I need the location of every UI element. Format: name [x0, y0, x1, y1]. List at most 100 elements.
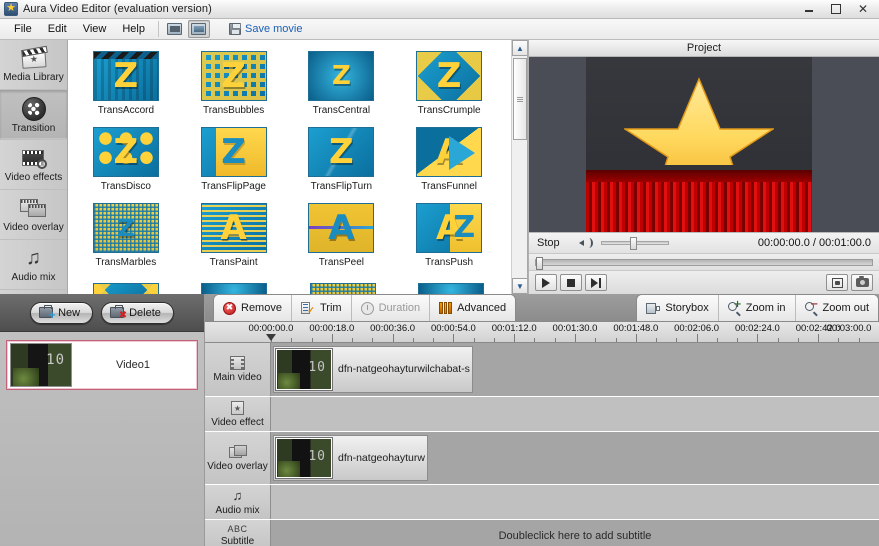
trim-button[interactable]: ✓ Trim [291, 295, 352, 321]
clip-thumbnail-overlay: 10 [275, 437, 333, 480]
transition-thumbnail: Z [92, 203, 159, 253]
film-icon [230, 355, 245, 370]
track-subtitle: ABC Subtitle Doubleclick here to add sub… [205, 520, 879, 546]
transition-item-transmarbles[interactable]: Z TransMarbles [72, 198, 180, 274]
ruler-tick [575, 334, 576, 342]
transition-item-partial[interactable] [180, 278, 288, 294]
sidebar-item-video-overlay[interactable]: Video overlay [0, 190, 67, 240]
time-display: 00:00:00.0 / 00:01:00.0 [757, 237, 871, 249]
minimize-button[interactable] [796, 1, 822, 16]
transition-item-transflipturn[interactable]: Z TransFlipTurn [288, 122, 396, 198]
scroll-up-button[interactable]: ▲ [512, 40, 527, 56]
player-state: Stop [537, 237, 560, 249]
sidebar-item-media-library[interactable]: Media Library [0, 40, 67, 90]
play-button[interactable] [535, 274, 557, 291]
menu-help[interactable]: Help [114, 20, 153, 38]
lower-area: + New ✖ Delete 10 Video1 ✖ Remove ✓ Trim… [0, 294, 879, 546]
transition-item-transcentral[interactable]: Z TransCentral [288, 46, 396, 122]
scroll-down-button[interactable]: ▼ [512, 278, 527, 294]
transition-item-transbubbles[interactable]: Z TransBubbles [180, 46, 288, 122]
transition-item-transpush[interactable]: A Z TransPush [395, 198, 503, 274]
menu-edit[interactable]: Edit [40, 20, 75, 38]
playhead-marker[interactable] [266, 334, 276, 341]
transition-browser: Z TransAccord Z TransBubbles Z TransCentral Z T… [68, 40, 528, 294]
transition-item-transfunnel[interactable]: A TransFunnel [395, 122, 503, 198]
track-body-main-video[interactable]: 10 dfn-natgeohayturwilchabat-sam… [271, 343, 879, 396]
track-header-video-effect[interactable]: Video effect [205, 396, 271, 432]
seek-slider[interactable] [535, 256, 873, 270]
storybox-button[interactable]: Storybox [637, 295, 719, 321]
duration-button[interactable]: Duration [351, 295, 431, 321]
next-frame-button[interactable] [585, 274, 607, 291]
track-header-video-overlay[interactable]: Video overlay [205, 432, 271, 485]
clip-name-overlay: dfn-natgeohayturw… [338, 452, 425, 465]
transition-disc-icon [19, 96, 49, 121]
sidebar-item-transition[interactable]: Transition [0, 90, 67, 140]
volume-slider[interactable] [601, 237, 669, 250]
transition-thumbnail: A [416, 127, 483, 177]
zoom-out-button[interactable]: − Zoom out [795, 295, 878, 321]
transition-item-partial[interactable] [72, 278, 180, 294]
transition-label: TransPush [425, 257, 474, 268]
stop-button[interactable] [560, 274, 582, 291]
track-header-main-video[interactable]: Main video [205, 343, 271, 396]
app-star-icon [4, 1, 18, 16]
transition-grid: Z TransAccord Z TransBubbles Z TransCentral Z T… [68, 40, 505, 274]
trim-icon: ✓ [300, 301, 315, 315]
ruler-tick-label: 00:03:00.0 [826, 323, 872, 334]
sidebar-item-video-effects[interactable]: Video effects [0, 140, 67, 190]
snapshot-button[interactable] [851, 274, 873, 291]
transition-item-transflippage[interactable]: Z TransFlipPage [180, 122, 288, 198]
timeline-ruler[interactable]: 00:00:00.0 00:00:18.0 00:00:36.0 00:00:54.0… [205, 321, 879, 343]
list-item[interactable]: 10 Video1 [6, 340, 198, 390]
transition-glyph: Z [436, 56, 462, 96]
preview-stage[interactable] [529, 57, 879, 232]
transition-glyph: Z [117, 214, 135, 242]
timeline-toolbar: ✖ Remove ✓ Trim Duration Advanced Storyb… [205, 294, 879, 321]
track-body-video-effect[interactable] [271, 396, 879, 432]
effect-star-icon [231, 400, 244, 415]
toolbar-separator [157, 21, 159, 37]
menu-view[interactable]: View [75, 20, 115, 38]
transition-item-partial[interactable] [397, 278, 505, 294]
transition-item-transpeel[interactable]: A TransPeel [288, 198, 396, 274]
menu-file[interactable]: File [6, 20, 40, 38]
track-body-subtitle[interactable]: Doubleclick here to add subtitle [271, 520, 879, 546]
monitor-icon-button[interactable] [164, 20, 186, 38]
ruler-tick-minor [473, 338, 475, 342]
save-movie-button[interactable]: Save movie [224, 21, 307, 37]
transition-item-partial[interactable] [289, 278, 397, 294]
transition-item-transpaint[interactable]: A TransPaint [180, 198, 288, 274]
remove-button[interactable]: ✖ Remove [214, 295, 292, 321]
window-title: Aura Video Editor (evaluation version) [23, 3, 212, 15]
close-button[interactable]: ✕ [850, 1, 876, 16]
monitor-film-icon-button[interactable] [187, 20, 210, 38]
advanced-button[interactable]: Advanced [430, 295, 516, 321]
ruler-tick-minor [433, 338, 435, 342]
fullscreen-button[interactable] [826, 274, 848, 291]
transition-item-transaccord[interactable]: Z TransAccord [72, 46, 180, 122]
scrollbar-thumb[interactable] [513, 58, 527, 140]
zoom-in-button[interactable]: + Zoom in [718, 295, 796, 321]
subtitle-hint: Doubleclick here to add subtitle [498, 529, 652, 542]
ruler-tick [635, 334, 637, 342]
timeline-clip-main[interactable]: 10 dfn-natgeohayturwilchabat-sam… [273, 346, 473, 393]
volume-knob[interactable] [630, 237, 637, 250]
track-body-video-overlay[interactable]: 10 dfn-natgeohayturw… [271, 432, 879, 485]
speaker-icon[interactable] [579, 237, 593, 249]
browser-vertical-scrollbar[interactable]: ▲ ▼ [511, 40, 527, 294]
track-header-audio-mix[interactable]: ♫ Audio mix [205, 485, 271, 520]
preview-curtain [586, 170, 812, 232]
seek-knob[interactable] [536, 256, 543, 270]
star-graphic [624, 77, 774, 165]
sidebar-item-audio-mix[interactable]: ♫ Audio mix [0, 240, 67, 290]
maximize-button[interactable] [823, 1, 849, 16]
track-header-subtitle[interactable]: ABC Subtitle [205, 520, 271, 546]
track-body-audio-mix[interactable] [271, 485, 879, 520]
timeline-clip-overlay[interactable]: 10 dfn-natgeohayturw… [273, 435, 428, 482]
transition-item-transdisco[interactable]: Z TransDisco [72, 122, 180, 198]
new-button[interactable]: + New [30, 301, 94, 324]
delete-button[interactable]: ✖ Delete [101, 301, 174, 324]
transition-item-transcrumple[interactable]: Z TransCrumple [395, 46, 503, 122]
sidebar-label-transition: Transition [11, 122, 56, 134]
